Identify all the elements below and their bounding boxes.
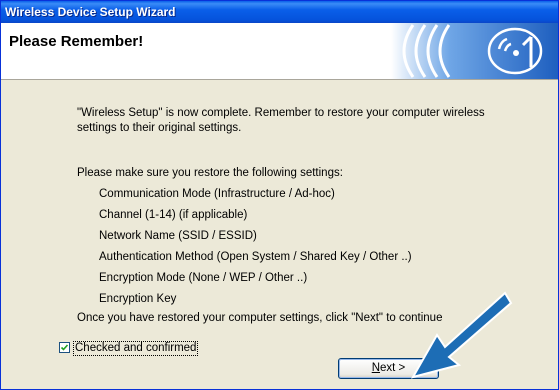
- window-title: Wireless Device Setup Wizard: [5, 5, 176, 19]
- title-bar[interactable]: Wireless Device Setup Wizard: [1, 1, 558, 23]
- wireless-signal-icon: [391, 23, 558, 79]
- intro-line-2: settings to their original settings.: [77, 122, 242, 134]
- setting-item: Channel (1-14) (if applicable): [99, 209, 248, 221]
- page-title: Please Remember!: [9, 33, 144, 50]
- wizard-window: Wireless Device Setup Wizard Please Reme…: [0, 0, 559, 390]
- setting-item: Authentication Method (Open System / Sha…: [99, 251, 412, 263]
- closing-text: Once you have restored your computer set…: [77, 312, 443, 324]
- intro-line-1: "Wireless Setup" is now complete. Rememb…: [77, 107, 485, 119]
- setting-item: Encryption Key: [99, 293, 177, 305]
- setting-item: Communication Mode (Infrastructure / Ad-…: [99, 188, 335, 200]
- setting-item: Network Name (SSID / ESSID): [99, 230, 257, 242]
- restore-heading: Please make sure you restore the followi…: [77, 167, 343, 179]
- pointer-arrow-icon: [410, 291, 513, 379]
- confirm-checkbox-label[interactable]: Checked and confirmed: [73, 341, 199, 356]
- setting-item: Encryption Mode (None / WEP / Other ..): [99, 272, 308, 284]
- confirm-checkbox[interactable]: [59, 342, 70, 353]
- checkmark-icon: [60, 344, 69, 351]
- header-panel: Please Remember!: [1, 23, 558, 80]
